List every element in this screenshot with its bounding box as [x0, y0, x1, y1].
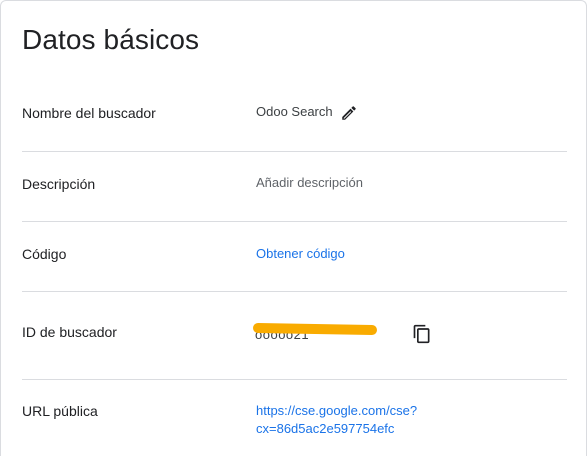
divider	[22, 379, 567, 380]
search-engine-id-value: ooooo21	[252, 321, 379, 347]
search-engine-name-value: Odoo Search	[256, 104, 333, 119]
public-url-line-2: cx=86d5ac2e597754efc	[256, 421, 395, 436]
redaction-mark	[252, 322, 378, 336]
basic-data-card: Datos básicos Nombre del buscador Odoo S…	[0, 0, 587, 456]
divider	[22, 291, 567, 292]
get-code-link[interactable]: Obtener código	[256, 246, 345, 261]
public-url-line-1: https://cse.google.com/cse?	[256, 403, 418, 418]
code-label: Código	[22, 246, 67, 262]
pencil-icon[interactable]	[340, 104, 358, 122]
public-url-label: URL pública	[22, 403, 98, 419]
divider	[22, 221, 567, 222]
add-description-field[interactable]: Añadir descripción	[256, 175, 363, 190]
public-url-link[interactable]: https://cse.google.com/cse? cx=86d5ac2e5…	[256, 402, 417, 438]
copy-icon[interactable]	[412, 324, 432, 344]
divider	[22, 151, 567, 152]
description-label: Descripción	[22, 176, 96, 192]
section-title: Datos básicos	[22, 24, 200, 55]
search-engine-name-label: Nombre del buscador	[22, 105, 156, 121]
search-engine-id-label: ID de buscador	[22, 324, 117, 340]
